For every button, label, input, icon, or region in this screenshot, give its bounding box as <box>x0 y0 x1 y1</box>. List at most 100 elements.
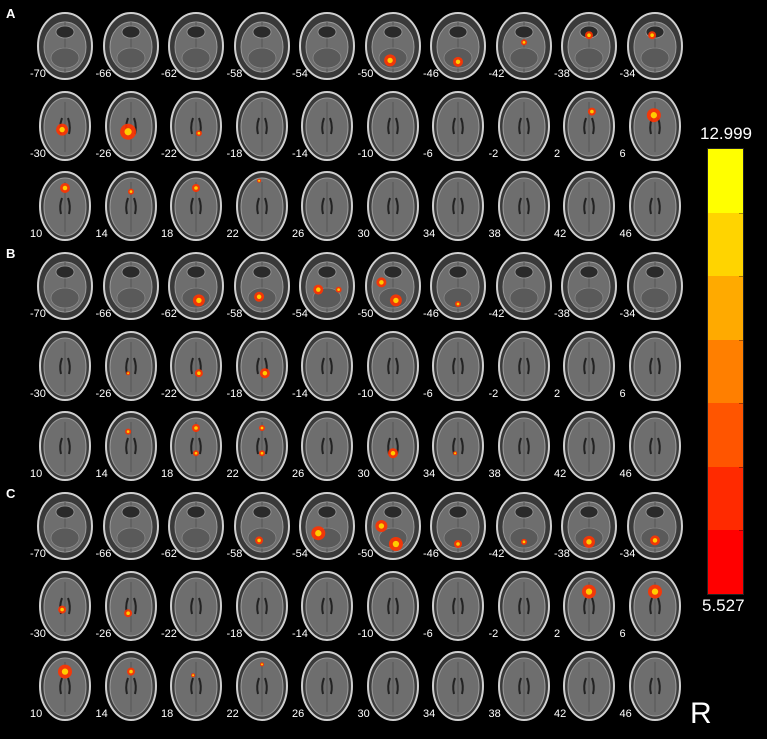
brain-slice-figure: 12.999 5.527 R A -70 -66 -62 -58 -54 -50 -46 -42… <box>0 0 767 739</box>
slice-coordinate-label: -70 <box>30 308 46 320</box>
slice-coordinate-label: -34 <box>619 68 636 80</box>
slice-coordinate-label: -62 <box>161 68 177 80</box>
colorbar-min-label: 5.527 <box>702 596 745 615</box>
slice-coordinate-label: -46 <box>423 68 439 80</box>
colorbar-segment <box>708 276 743 340</box>
colorbar-tick <box>739 212 743 214</box>
colorbar <box>707 148 744 595</box>
panel-label-c: C <box>6 486 16 501</box>
slice-coordinate-label: 30 <box>357 228 370 240</box>
colorbar-tick <box>739 276 743 278</box>
colorbar-tick <box>739 403 743 405</box>
slice-coordinate-label: 26 <box>292 468 305 480</box>
slice-coordinate-label: -58 <box>226 68 243 80</box>
colorbar-tick <box>739 530 743 532</box>
slice-coordinate-label: 42 <box>554 708 567 720</box>
slice-coordinate-label: -62 <box>161 308 177 320</box>
slice-coordinate-label: -10 <box>357 388 374 400</box>
slice-coordinate-label: 10 <box>30 468 43 480</box>
colorbar-segment <box>708 466 743 531</box>
slice-coordinate-label: -54 <box>292 548 308 560</box>
slice-coordinate-label: 22 <box>226 468 239 480</box>
slice-coordinate-label: -26 <box>95 388 112 400</box>
colorbar-segment <box>708 339 743 404</box>
slice-coordinate-label: -66 <box>95 548 112 560</box>
slice-coordinate-label: 42 <box>554 228 567 240</box>
slice-coordinate-label: -30 <box>30 628 46 640</box>
slice-coordinate-label: 6 <box>619 148 626 160</box>
slice-coordinate-label: 14 <box>95 228 108 240</box>
slice-coordinate-label: 14 <box>95 708 108 720</box>
slice-coordinate-label: -62 <box>161 548 177 560</box>
colorbar-segment <box>708 403 743 467</box>
slice-coordinate-label: -30 <box>30 388 46 400</box>
slice-coordinate-label: 10 <box>30 228 43 240</box>
slice-coordinate-label: -42 <box>488 548 505 560</box>
slice-coordinate-label: 2 <box>554 388 561 400</box>
slice-coordinate-label: -66 <box>95 68 112 80</box>
slice-coordinate-label: 30 <box>357 468 370 480</box>
colorbar-tick <box>739 466 743 468</box>
slice-coordinate-label: -22 <box>161 388 177 400</box>
slice-coordinate-label: 6 <box>619 388 626 400</box>
slice-coordinate-label: -50 <box>357 548 374 560</box>
slice-coordinate-label: -18 <box>226 628 243 640</box>
slice-coordinate-label: 34 <box>423 708 436 720</box>
slice-coordinate-label: 38 <box>488 708 501 720</box>
slice-coordinate-label: -10 <box>357 628 374 640</box>
slice-coordinate-label: 38 <box>488 228 501 240</box>
slice-coordinate-label: -2 <box>488 628 499 640</box>
slice-coordinate-label: -38 <box>554 68 570 80</box>
slice-coordinate-label: -6 <box>423 628 433 640</box>
slice-coordinate-label: -54 <box>292 308 308 320</box>
slice-coordinate-label: -18 <box>226 388 243 400</box>
slice-coordinate-label: -14 <box>292 628 308 640</box>
slice-coordinate-label: 18 <box>161 468 174 480</box>
slice-coordinate-label: 2 <box>554 628 561 640</box>
slice-coordinate-label: -38 <box>554 308 570 320</box>
slice-coordinate-label: 46 <box>619 228 632 240</box>
slice-coordinate-label: 22 <box>226 228 239 240</box>
slice-coordinate-label: 14 <box>95 468 108 480</box>
slice-coordinate-label: -14 <box>292 388 308 400</box>
slice-coordinate-label: -34 <box>619 548 636 560</box>
slice-coordinate-label: 10 <box>30 708 43 720</box>
slice-coordinate-label: -38 <box>554 548 570 560</box>
slice-coordinate-label: -58 <box>226 308 243 320</box>
slice-coordinate-label: 22 <box>226 708 239 720</box>
slice-coordinate-label: 18 <box>161 228 174 240</box>
slice-coordinate-label: 6 <box>619 628 626 640</box>
slice-coordinate-label: -22 <box>161 628 177 640</box>
slice-coordinate-label: -10 <box>357 148 374 160</box>
slice-coordinate-label: -70 <box>30 68 46 80</box>
slice-coordinate-label: -26 <box>95 148 112 160</box>
colorbar-segment <box>708 212 743 277</box>
slice-coordinate-label: -30 <box>30 148 46 160</box>
slice-coordinate-label: -34 <box>619 308 636 320</box>
slice-coordinate-label: -2 <box>488 388 499 400</box>
slice-coordinate-label: -50 <box>357 68 374 80</box>
slice-coordinate-label: 26 <box>292 228 305 240</box>
slice-coordinate-label: -22 <box>161 148 177 160</box>
slice-coordinate-label: -66 <box>95 308 112 320</box>
slice-coordinate-label: -2 <box>488 148 499 160</box>
slice-coordinate-label: -6 <box>423 388 433 400</box>
colorbar-segment <box>708 530 743 594</box>
colorbar-segment <box>708 149 743 213</box>
slice-coordinate-label: -42 <box>488 68 505 80</box>
panel-label-a: A <box>6 6 16 21</box>
slice-coordinate-label: 30 <box>357 708 370 720</box>
slice-coordinate-label: -58 <box>226 548 243 560</box>
slice-coordinate-label: -46 <box>423 548 439 560</box>
slice-coordinate-label: -70 <box>30 548 46 560</box>
slice-coordinate-label: -46 <box>423 308 439 320</box>
slice-coordinate-label: -54 <box>292 68 308 80</box>
slice-coordinate-label: -42 <box>488 308 505 320</box>
colorbar-tick <box>739 339 743 341</box>
slice-coordinate-label: 18 <box>161 708 174 720</box>
slice-coordinate-label: 38 <box>488 468 501 480</box>
slice-coordinate-label: 46 <box>619 708 632 720</box>
slice-coordinate-label: 34 <box>423 228 436 240</box>
slice-coordinate-label: -50 <box>357 308 374 320</box>
slice-coordinate-label: 46 <box>619 468 632 480</box>
